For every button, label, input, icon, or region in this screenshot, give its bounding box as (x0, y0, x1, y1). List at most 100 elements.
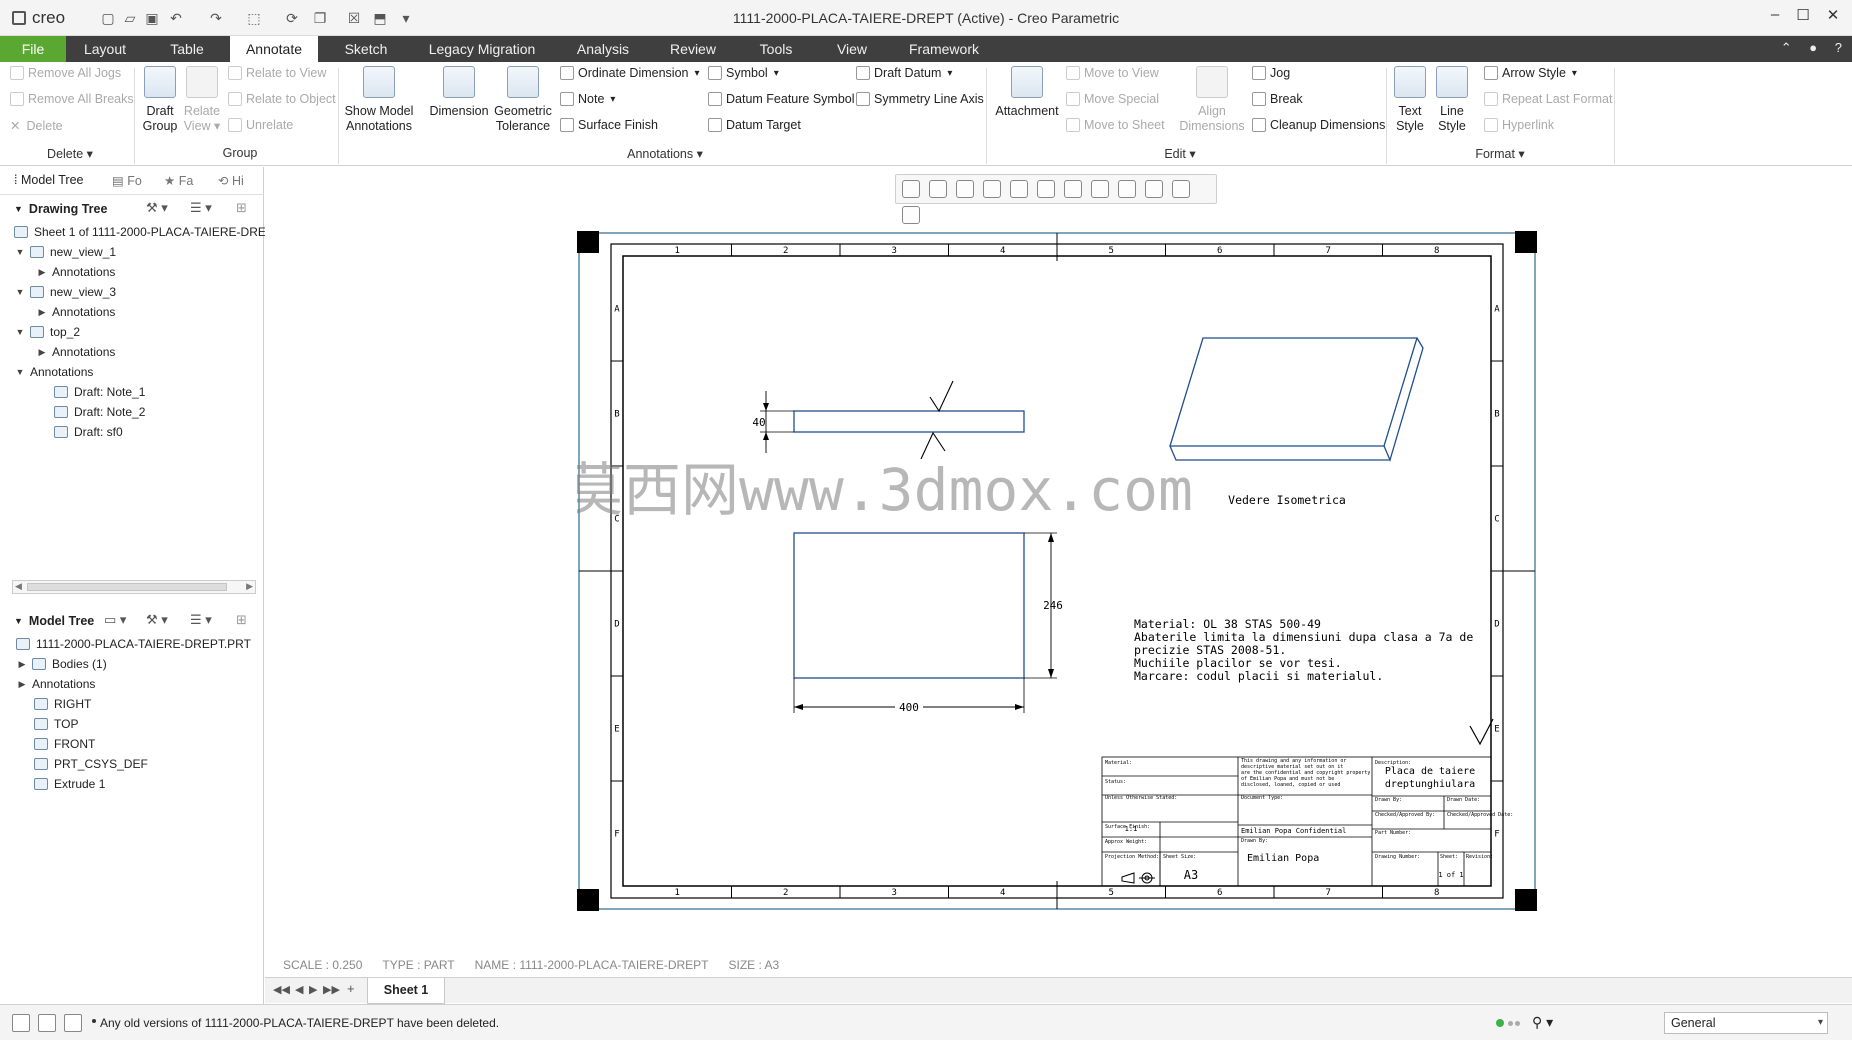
tree-settings-icon[interactable]: ☰ ▾ (190, 200, 212, 216)
unrelate-button[interactable]: Unrelate (228, 118, 293, 132)
tab-layout[interactable]: Layout (66, 36, 144, 62)
note-button[interactable]: Note ▾ (560, 92, 615, 106)
last-sheet-icon[interactable]: ▶▶ (323, 983, 340, 996)
isometric-view-label[interactable]: Vedere Isometrica (1228, 493, 1346, 507)
tab-file[interactable]: File (0, 36, 66, 62)
remove-all-jogs-button[interactable]: Remove All Jogs (10, 66, 121, 80)
tree-datum-plane-item[interactable]: TOP (34, 715, 78, 733)
tab-table[interactable]: Table (144, 36, 230, 62)
dimension-width[interactable]: 400 (899, 701, 919, 714)
delete-button[interactable]: ✕ Delete (10, 118, 63, 134)
line-style-button[interactable]: Line Style (1432, 66, 1472, 134)
previous-sheet-icon[interactable]: ◀ (295, 983, 303, 996)
full-screen-icon[interactable] (64, 1014, 82, 1032)
minimize-button[interactable]: – (1760, 6, 1790, 28)
tree-annotations-item[interactable]: ▶ Annotations (36, 263, 116, 281)
symmetry-line-axis-button[interactable]: Symmetry Line Axis (856, 92, 984, 106)
csys-display-icon[interactable] (1118, 180, 1136, 198)
tab-sheet-1[interactable]: Sheet 1 (367, 978, 445, 1004)
repaint-icon[interactable] (983, 180, 1001, 198)
view-isometric[interactable]: Vedere Isometrica (1169, 337, 1424, 507)
maximize-button[interactable]: ☐ (1788, 6, 1818, 28)
tab-view[interactable]: View (822, 36, 882, 62)
annotation-display-icon[interactable] (1064, 180, 1082, 198)
datum-feature-symbol-button[interactable]: Datum Feature Symbol (708, 92, 855, 106)
tab-legacy-migration[interactable]: Legacy Migration (414, 36, 550, 62)
format-group-label[interactable]: Format ▾ (1460, 146, 1540, 161)
relate-view-button[interactable]: Relate View ▾ (182, 66, 222, 134)
relate-to-view-button[interactable]: Relate to View (228, 66, 326, 80)
break-button[interactable]: Break (1252, 92, 1303, 106)
drawing-sheet[interactable]: 1122334455667788A AB BC CD DE EF F 40 246 400 (577, 231, 1537, 911)
tab-sketch[interactable]: Sketch (318, 36, 414, 62)
zoom-in-icon[interactable] (929, 180, 947, 198)
tree-part-item[interactable]: 1111-2000-PLACA-TAIERE-DREPT.PRT (16, 635, 251, 653)
tab-review[interactable]: Review (656, 36, 730, 62)
tab-folder-browser[interactable]: ▤ Fo (112, 173, 142, 188)
plane-tag-display-icon[interactable] (1145, 180, 1163, 198)
datum-display-icon[interactable] (1037, 180, 1055, 198)
dimension-height[interactable]: 246 (1043, 599, 1063, 612)
point-display-icon[interactable] (1091, 180, 1109, 198)
tree-csys-item[interactable]: PRT_CSYS_DEF (34, 755, 148, 773)
symbol-button[interactable]: Symbol ▾ (708, 66, 779, 80)
view-top-thickness[interactable]: 40 (752, 380, 1025, 460)
delete-group-label[interactable]: Delete ▾ (20, 146, 120, 161)
relate-to-object-button[interactable]: Relate to Object (228, 92, 336, 106)
find-icon[interactable]: ⚲ ▾ (1532, 1014, 1553, 1031)
show-navigator-icon[interactable] (12, 1014, 30, 1032)
tree-annotations-item[interactable]: ▶ Annotations (16, 675, 96, 693)
tree-note-item[interactable]: Draft: Note_2 (54, 403, 145, 421)
tree-surface-finish-item[interactable]: Draft: sf0 (54, 423, 123, 441)
next-sheet-icon[interactable]: ▶ (309, 983, 317, 996)
attachment-button[interactable]: Attachment (992, 66, 1062, 119)
help-icon[interactable]: ? (1835, 40, 1842, 55)
close-button[interactable]: ✕ (1818, 6, 1848, 28)
display-style-icon[interactable] (1010, 180, 1028, 198)
draft-group-button[interactable]: Draft Group (138, 66, 182, 134)
zoom-out-icon[interactable] (956, 180, 974, 198)
cleanup-dimensions-button[interactable]: Cleanup Dimensions (1252, 118, 1385, 132)
view-front[interactable]: 246 400 (793, 532, 1063, 714)
tree-sheet-item[interactable]: Sheet 1 of 1111-2000-PLACA-TAIERE-DREPT (14, 223, 281, 241)
regenerate-drawing-icon[interactable] (902, 206, 920, 224)
show-model-annotations-button[interactable]: Show Model Annotations (342, 66, 416, 134)
jog-button[interactable]: Jog (1252, 66, 1290, 80)
draft-datum-button[interactable]: Draft Datum ▾ (856, 66, 952, 80)
hyperlink-button[interactable]: Hyperlink (1484, 118, 1554, 132)
tab-annotate[interactable]: Annotate (230, 36, 318, 62)
edit-group-label[interactable]: Edit ▾ (1140, 146, 1220, 161)
text-style-button[interactable]: Text Style (1390, 66, 1430, 134)
tree-view-item[interactable]: ▼ new_view_3 (14, 283, 117, 301)
tree-bodies-item[interactable]: ▶ Bodies (1) (16, 655, 107, 673)
collapse-ribbon-icon[interactable]: ⌃ (1781, 40, 1792, 55)
add-sheet-icon[interactable]: + (347, 981, 355, 996)
general-surface-finish-symbol[interactable] (1469, 718, 1494, 746)
model-tree-display-icon[interactable]: ▭ ▾ (104, 612, 126, 628)
remove-all-breaks-button[interactable]: Remove All Breaks (10, 92, 134, 106)
tab-favorites[interactable]: ★ Fa (164, 173, 193, 188)
selection-filter[interactable]: General ▾ (1664, 1012, 1828, 1034)
tab-tools[interactable]: Tools (730, 36, 822, 62)
drawing-tree-header[interactable]: ▼ Drawing Tree (14, 202, 107, 216)
general-notes[interactable]: Material: OL 38 STAS 500-49 Abaterile li… (1134, 617, 1473, 683)
geometric-tolerance-button[interactable]: Geometric Tolerance (492, 66, 554, 134)
dimension-thickness[interactable]: 40 (752, 416, 765, 429)
move-to-view-button[interactable]: Move to View (1066, 66, 1159, 80)
tree-datum-plane-item[interactable]: FRONT (34, 735, 95, 753)
align-dimensions-button[interactable]: Align Dimensions (1176, 66, 1248, 134)
tree-annotations-item[interactable]: ▼ Annotations (14, 363, 94, 381)
tree-filters-icon[interactable]: ⚒ ▾ (146, 200, 168, 216)
model-tree-header[interactable]: ▼ Model Tree (14, 614, 94, 628)
tree-annotations-item[interactable]: ▶ Annotations (36, 343, 116, 361)
model-tree-settings-icon[interactable]: ☰ ▾ (190, 612, 212, 628)
tree-tools-icon[interactable]: ⊞ (236, 200, 247, 216)
surface-finish-symbol[interactable] (929, 380, 954, 413)
show-browser-icon[interactable] (38, 1014, 56, 1032)
tree-annotations-item[interactable]: ▶ Annotations (36, 303, 116, 321)
tree-extrude-item[interactable]: Extrude 1 (34, 775, 105, 793)
sheet-display-icon[interactable] (1172, 180, 1190, 198)
tree-view-item[interactable]: ▼ top_2 (14, 323, 81, 341)
tab-analysis[interactable]: Analysis (550, 36, 656, 62)
notifications-icon[interactable]: ● (1809, 40, 1817, 55)
